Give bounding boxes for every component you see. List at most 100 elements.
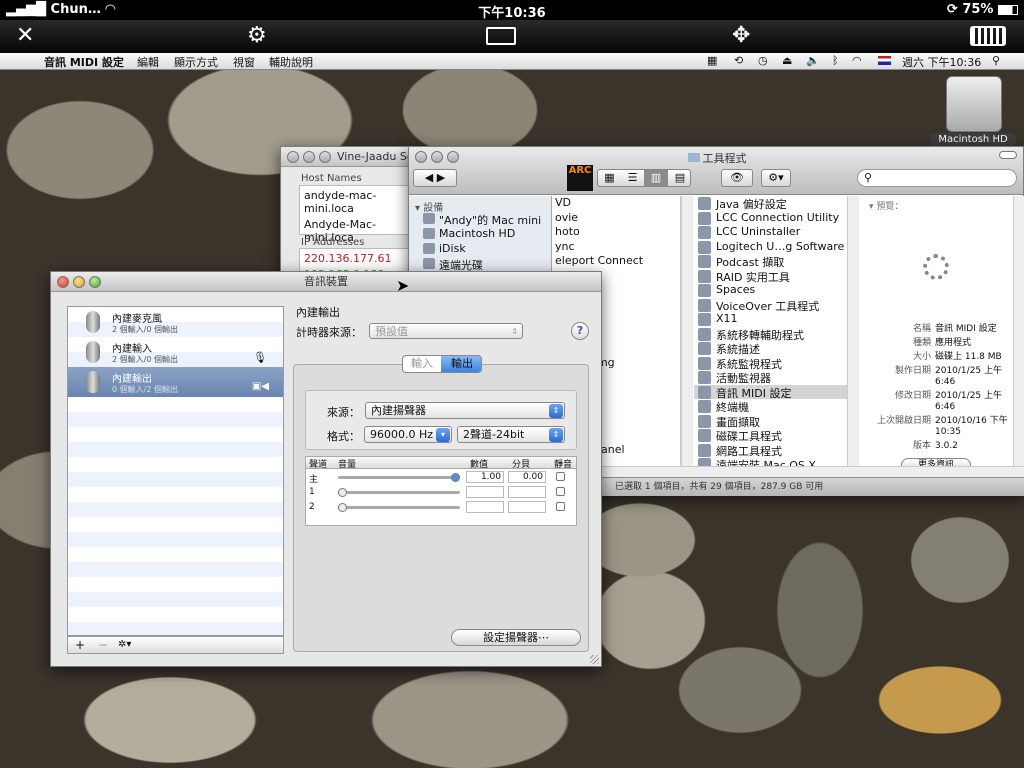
slider-knob[interactable]	[451, 473, 460, 482]
audio-zoom-button[interactable]	[89, 276, 101, 288]
value-field[interactable]: 1.00	[466, 471, 504, 483]
db-field[interactable]: 0.00	[508, 471, 546, 483]
search-input[interactable]	[878, 171, 1010, 183]
time-machine-icon[interactable]: ◷	[758, 54, 768, 67]
search-field[interactable]: ⚲	[857, 169, 1017, 187]
bluetooth-icon[interactable]: ᛒ	[832, 54, 839, 67]
arc-app-icon[interactable]: ARC	[567, 165, 593, 191]
utility-item[interactable]: 系統移轉輔助程式	[694, 327, 848, 341]
mute-checkbox[interactable]	[556, 502, 565, 511]
application-item[interactable]: eleport Connect	[553, 254, 680, 269]
utility-item[interactable]: Logitech U…g Software	[694, 240, 848, 255]
help-button[interactable]: ?	[571, 322, 589, 340]
volume-slider[interactable]	[338, 488, 460, 497]
value-field[interactable]	[466, 486, 504, 498]
utility-item[interactable]: 遠端安裝 Mac OS X	[694, 457, 848, 466]
menu-help[interactable]: 輔助說明	[269, 54, 313, 70]
utility-item[interactable]: VoiceOver 工具程式	[694, 298, 848, 312]
horizontal-scrollbar[interactable]	[561, 466, 1024, 477]
utility-item[interactable]: Podcast 擷取	[694, 254, 848, 269]
keyboard-icon[interactable]	[970, 26, 1006, 46]
utility-item[interactable]: 系統監視程式	[694, 356, 848, 370]
utilities-scrollbar[interactable]	[847, 196, 859, 466]
vine-zoom-button[interactable]	[319, 151, 331, 163]
utility-item[interactable]: X11	[694, 312, 848, 327]
sample-rate-select[interactable]: 96000.0 Hz ▾	[364, 426, 452, 443]
preview-scrollbar[interactable]	[1013, 196, 1024, 466]
add-device-button[interactable]: +	[75, 638, 85, 652]
mute-checkbox[interactable]	[556, 472, 565, 481]
column-scrollbar[interactable]	[681, 196, 693, 466]
utility-item[interactable]: 磁碟工具程式	[694, 428, 848, 443]
utility-item[interactable]: 畫面擷取	[694, 414, 848, 428]
application-item[interactable]: ync	[553, 240, 680, 255]
utility-item[interactable]: 終端機	[694, 399, 848, 414]
sync-icon[interactable]: ⟲	[734, 54, 743, 67]
sidebar-device-item[interactable]: Macintosh HD	[409, 227, 552, 242]
volume-slider[interactable]	[338, 503, 460, 512]
volume-icon[interactable]: 🔈	[806, 54, 820, 67]
utility-item[interactable]: RAID 实用工具	[694, 269, 848, 283]
vine-minimize-button[interactable]	[303, 151, 315, 163]
audio-device-item[interactable]: 內建輸入 2 個輸入/0 個輸出 🎙	[68, 337, 283, 367]
tab-output[interactable]: 輸出	[441, 356, 481, 372]
sidebar-device-item[interactable]: 遠端光碟	[409, 257, 552, 272]
menu-clock[interactable]: 週六 下午10:36	[902, 54, 981, 70]
remove-device-button[interactable]: −	[98, 638, 108, 652]
spaces-icon[interactable]: ▦	[707, 54, 717, 67]
utility-item[interactable]: 系統描述	[694, 341, 848, 356]
spotlight-icon[interactable]: ⚲	[992, 54, 1000, 67]
utility-item[interactable]: 網路工具程式	[694, 443, 848, 457]
resize-grip-icon[interactable]	[590, 655, 599, 664]
vine-window: Vine-Jaadu Se Host Names andyde-mac-mini…	[280, 146, 421, 280]
channel-format-select[interactable]: 2聲道-24bit ⇕	[457, 426, 565, 443]
utility-item[interactable]: 音訊 MIDI 設定	[694, 384, 848, 399]
audio-minimize-button[interactable]	[73, 276, 85, 288]
menu-view[interactable]: 顯示方式	[174, 54, 218, 70]
menu-app[interactable]: 音訊 MIDI 設定	[44, 54, 124, 70]
mute-checkbox[interactable]	[556, 487, 565, 496]
utility-item[interactable]: Java 偏好設定	[694, 196, 848, 211]
sidebar-device-item[interactable]: "Andy"的 Mac mini	[409, 212, 552, 227]
sidebar-device-item[interactable]: iDisk	[409, 242, 552, 257]
menu-window[interactable]: 視窗	[233, 54, 255, 70]
application-item[interactable]: hoto	[553, 225, 680, 240]
slider-knob[interactable]	[338, 503, 347, 512]
back-forward-buttons[interactable]: ◀ ▶	[413, 169, 457, 187]
db-field[interactable]	[508, 501, 546, 513]
utility-item[interactable]: LCC Connection Utility	[694, 211, 848, 226]
vine-close-button[interactable]	[287, 151, 299, 163]
hard-disk-icon[interactable]	[946, 76, 1002, 132]
value-field[interactable]	[466, 501, 504, 513]
application-item[interactable]: VD	[553, 196, 680, 211]
audio-device-item[interactable]: 內建輸出 0 個輸入/2 個輸出 ▣◀	[68, 367, 283, 397]
clock-source-select[interactable]: 預設值 ⇕	[369, 323, 523, 339]
quick-look-icon[interactable]: 👁	[721, 169, 753, 187]
volume-slider[interactable]	[338, 473, 460, 482]
utility-item[interactable]: LCC Uninstaller	[694, 225, 848, 240]
audio-titlebar[interactable]: 音訊裝置	[51, 272, 601, 292]
audio-device-item[interactable]: 內建麥克風 2 個輸入/0 個輸出	[68, 307, 283, 337]
eject-icon[interactable]: ⏏	[782, 54, 792, 67]
tab-input[interactable]: 輸入	[403, 356, 441, 372]
slider-knob[interactable]	[338, 488, 347, 497]
input-flag-icon[interactable]	[878, 56, 891, 65]
action-gear-icon[interactable]: ⚙▾	[761, 169, 791, 187]
view-mode-buttons[interactable]: ▦ ☰ ▥ ▤	[597, 169, 691, 187]
toolbar-toggle-button[interactable]	[999, 151, 1017, 159]
utility-item[interactable]: 活動監視器	[694, 370, 848, 385]
source-select[interactable]: 內建揚聲器 ⇕	[365, 402, 565, 419]
db-field[interactable]	[508, 486, 546, 498]
audio-close-button[interactable]	[57, 276, 69, 288]
application-item[interactable]: ovie	[553, 211, 680, 226]
menu-edit[interactable]: 編輯	[137, 54, 159, 70]
move-icon[interactable]: ✥	[732, 23, 750, 49]
gear-icon[interactable]: ⚙	[247, 23, 267, 49]
utility-item[interactable]: Spaces	[694, 283, 848, 298]
configure-speakers-button[interactable]: 設定揚聲器⋯	[451, 629, 581, 646]
device-gear-menu[interactable]: ✲▾	[118, 639, 131, 650]
screens-icon[interactable]	[486, 27, 516, 45]
close-icon[interactable]: ✕	[16, 23, 34, 49]
wifi-menu-icon[interactable]: ◠	[852, 54, 862, 67]
vine-titlebar[interactable]: Vine-Jaadu Se	[281, 147, 419, 167]
